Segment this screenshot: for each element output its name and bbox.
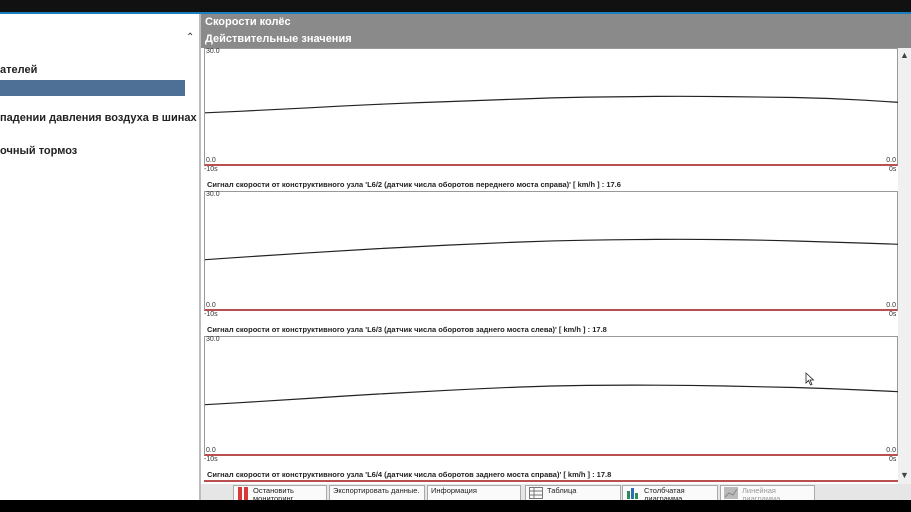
- stop-monitoring-button[interactable]: Остановить мониторинг: [233, 485, 327, 501]
- left-nav-panel: ⌃ ателей падении давления воздуха в шина…: [0, 14, 200, 500]
- chart-3-x-end-label: 0s: [889, 456, 897, 463]
- line-chart-icon: [724, 487, 738, 500]
- bar-chart-label: Столбчатая диаграмма: [644, 486, 685, 501]
- chart-2-y-min-right-label: 0.0: [886, 302, 896, 309]
- mouse-cursor-icon: [805, 372, 815, 386]
- line-chart-label: Линейная диаграмма: [742, 486, 781, 501]
- stop-icon: [237, 487, 249, 500]
- export-data-button[interactable]: Экспортировать данные.: [329, 485, 425, 501]
- chart-1-x-end-label: 0s: [889, 166, 897, 173]
- chart-1-x-start-label: -10s: [204, 166, 218, 173]
- chart-2: 30.0 0.0 0.0: [204, 191, 899, 311]
- chart-2-y-min-left-label: 0.0: [206, 302, 216, 309]
- chart-2-x-end-label: 0s: [889, 311, 897, 318]
- bar-chart-button[interactable]: Столбчатая диаграмма: [622, 485, 718, 501]
- scroll-down-icon[interactable]: ▼: [900, 470, 909, 480]
- chart-3-signal-label: Сигнал скорости от конструктивного узла …: [207, 470, 612, 479]
- chart-2-x-start-label: -10s: [204, 311, 218, 318]
- nav-item-selected[interactable]: [0, 80, 185, 96]
- info-button[interactable]: Информация: [427, 485, 521, 501]
- table-label: Таблица: [547, 486, 577, 495]
- chart-2-y-max-label: 30.0: [206, 191, 220, 198]
- bar-chart-icon: [626, 487, 640, 500]
- chart-1-y-max-label: 30.0: [206, 48, 220, 55]
- chart-1-svg: [205, 95, 899, 114]
- chart-1-signal-label: Сигнал скорости от конструктивного узла …: [207, 180, 621, 189]
- panel-subtitle: Действительные значения: [201, 31, 911, 48]
- panel-title: Скорости колёс: [201, 14, 911, 31]
- stop-monitoring-label: Остановить мониторинг: [253, 486, 294, 501]
- chart-2-svg: [205, 238, 899, 261]
- main-panel: Скорости колёс Действительные значения 3…: [201, 14, 911, 500]
- nav-item-1[interactable]: ателей: [0, 64, 37, 76]
- bottom-toolbar: Остановить мониторинг Экспортировать дан…: [201, 484, 911, 501]
- chart-4-top-edge: [204, 480, 898, 482]
- chart-3-y-max-label: 30.0: [206, 336, 220, 343]
- scroll-up-icon[interactable]: ▲: [900, 50, 909, 60]
- table-icon: [529, 487, 543, 500]
- chart-1-y-min-right-label: 0.0: [886, 157, 896, 164]
- chart-1-series-line: [205, 95, 899, 114]
- info-label: Информация: [431, 486, 477, 495]
- top-title-bar: [0, 0, 911, 14]
- chart-3-x-start-label: -10s: [204, 456, 218, 463]
- line-chart-button[interactable]: Линейная диаграмма: [720, 485, 815, 501]
- chart-3-svg: [205, 384, 899, 406]
- vertical-scrollbar[interactable]: ▲ ▼: [898, 48, 911, 484]
- nav-item-brake[interactable]: очный тормоз: [0, 145, 77, 157]
- chart-2-series-line: [205, 238, 899, 261]
- chevron-up-icon[interactable]: ⌃: [186, 32, 194, 43]
- chart-2-signal-label: Сигнал скорости от конструктивного узла …: [207, 325, 607, 334]
- chart-1-y-min-left-label: 0.0: [206, 157, 216, 164]
- chart-3-y-min-left-label: 0.0: [206, 447, 216, 454]
- chart-3-y-min-right-label: 0.0: [886, 447, 896, 454]
- export-data-label: Экспортировать данные.: [333, 486, 420, 495]
- chart-1: 30.0 0.0 0.0: [204, 48, 899, 166]
- nav-item-tire-pressure[interactable]: падении давления воздуха в шинах: [0, 112, 197, 124]
- chart-3-series-line: [205, 384, 899, 406]
- chart-3: 30.0 0.0 0.0: [204, 336, 899, 456]
- bottom-frame: [0, 500, 911, 512]
- table-button[interactable]: Таблица: [525, 485, 621, 501]
